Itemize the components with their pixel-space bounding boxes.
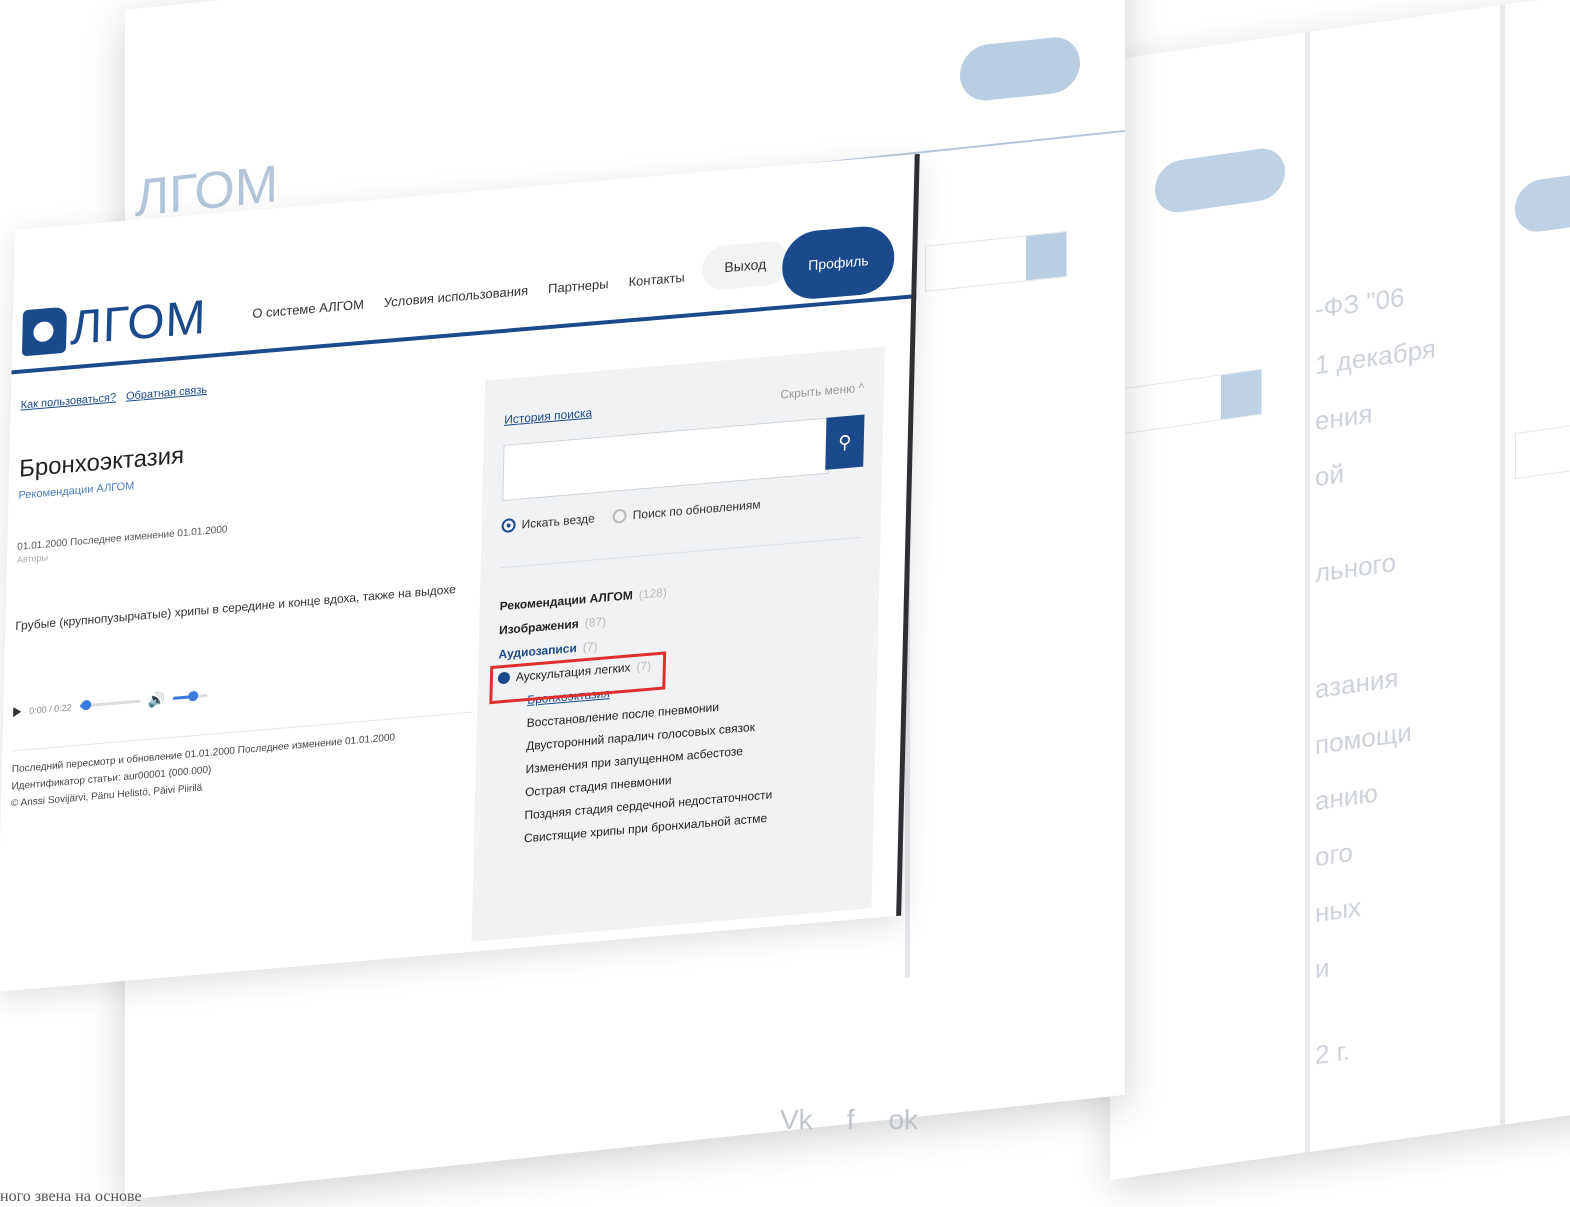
profile-button[interactable]: Профиль [781,223,896,302]
how-to-use-link[interactable]: Как пользоваться? [21,392,117,412]
feedback-link[interactable]: Обратная связь [126,384,207,403]
doc-fragments: -ФЗ "06 1 декабря ения ой льного азания … [1315,281,1436,1071]
article-meta: Последний пересмотр и обновление 01.01.2… [10,711,473,813]
audio-progress[interactable] [79,699,140,711]
hide-menu-button[interactable]: Скрыть меню ^ [780,381,864,402]
search-input[interactable] [502,417,830,502]
nav-terms[interactable]: Условия использования [384,283,529,310]
ghost-button [1155,145,1285,216]
audio-time: 0:00 / 0:22 [29,701,72,716]
volume-slider[interactable] [173,690,208,702]
ghost-button [1515,171,1570,236]
nav-contacts[interactable]: Контакты [628,270,685,290]
facebook-icon[interactable]: f [847,1104,855,1136]
ghost-search [925,230,1067,292]
article-description: Грубые (крупнопузырчатые) хрипы в середи… [15,581,456,634]
help-links: Как пользоваться? Обратная связь [21,361,481,412]
search-history-link[interactable]: История поиска [504,405,592,426]
panel-divider [500,536,861,569]
ghost-search [1515,421,1570,480]
main-nav: О системе АЛГОМ Условия использования Па… [252,270,685,321]
divider [1500,4,1505,1126]
volume-icon[interactable]: 🔊 [148,690,166,709]
logo-text: ЛГОМ [69,290,208,356]
ghost-search [1110,368,1262,436]
background-window-right: -ФЗ "06 1 декабря ения ой льного азания … [1110,0,1570,1180]
radio-search-all[interactable]: Искать везде [501,511,595,534]
search-panel: История поиска Скрыть меню ^ ⚲ Искать ве… [471,346,886,942]
exit-button[interactable]: Выход [701,239,789,292]
search-scope: Искать везде Поиск по обновлениям [501,497,761,534]
play-icon[interactable] [13,706,22,717]
nav-partners[interactable]: Партнеры [548,276,609,296]
bottom-caption: ного звена на основе [0,1188,142,1205]
nav-about[interactable]: О системе АЛГОМ [252,297,364,321]
category-list: Рекомендации АЛГОМ (128) Изображения (87) … [489,576,778,857]
radio-checked-icon [501,517,516,534]
vk-icon[interactable]: Vk [780,1104,813,1136]
search-icon: ⚲ [838,431,852,453]
logo[interactable]: ЛГОМ [21,290,208,361]
odnoklassniki-icon[interactable]: ok [888,1104,918,1136]
logo-icon [21,306,68,356]
audio-player: 0:00 / 0:22 🔊 [13,665,473,721]
back-profile-button [960,34,1080,104]
divider [1305,31,1310,1153]
main-window: ЛГОМ О системе АЛГОМ Условия использован… [0,153,920,992]
radio-search-updates[interactable]: Поиск по обновлениям [612,497,761,524]
radio-unchecked-icon [612,508,627,524]
article: Как пользоваться? Обратная связь Бронхоэ… [10,361,481,813]
social-links: Vk f ok [780,1104,918,1136]
search-button[interactable]: ⚲ [825,414,865,470]
